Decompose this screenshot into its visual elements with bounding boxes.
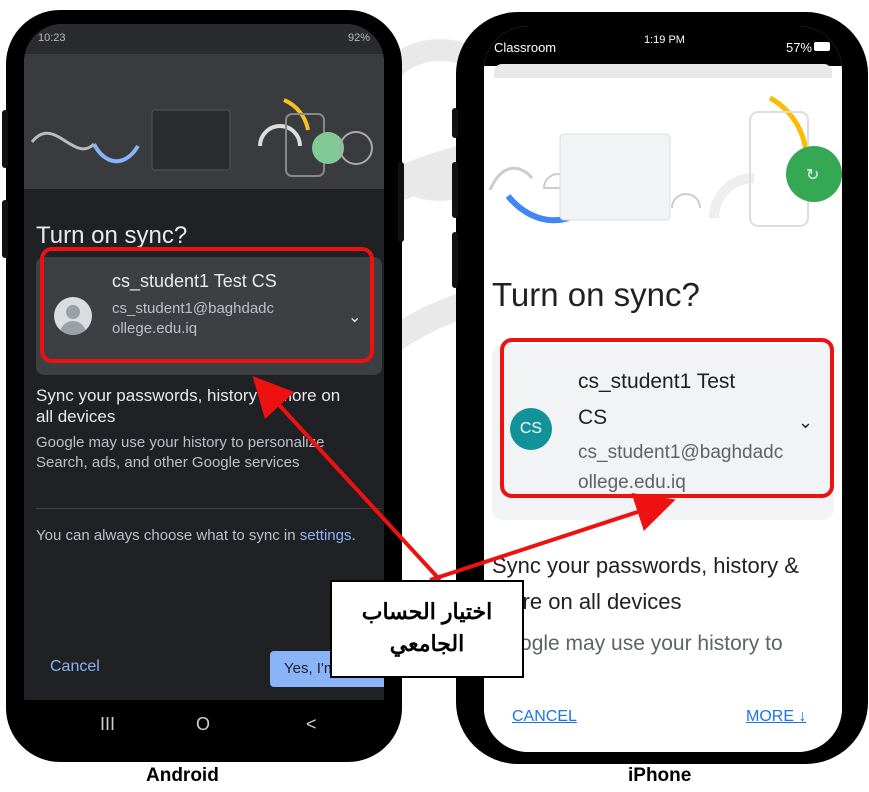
caption-iphone: iPhone [628,765,692,786]
caption-android: Android [146,765,219,786]
annotation-callout: اختيار الحساب الجامعي [330,580,524,678]
arrow-to-android-account [252,376,442,582]
arrow-to-iphone-account [429,492,676,582]
